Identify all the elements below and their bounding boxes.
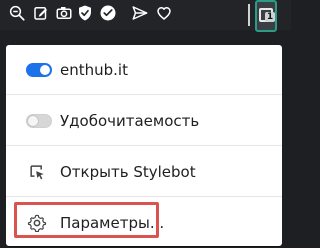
readability-toggle[interactable] — [26, 114, 52, 128]
extension-count-badge: 1 — [265, 12, 275, 22]
toolbar-divider — [248, 4, 250, 26]
zoom-out-icon[interactable] — [7, 3, 27, 23]
cursor-frame-icon — [27, 162, 47, 182]
readability-toggle-row[interactable]: Удобочитаемость — [6, 96, 282, 146]
heart-icon[interactable] — [154, 3, 174, 23]
toggle-knob — [40, 65, 50, 75]
edit-icon[interactable] — [31, 3, 51, 23]
extension-icon[interactable]: 1 — [255, 0, 277, 32]
open-stylebot-item[interactable]: Открыть Stylebot — [6, 147, 282, 197]
send-icon[interactable] — [130, 3, 150, 23]
gear-icon — [27, 213, 47, 233]
browser-toolbar: 1 — [0, 0, 291, 32]
site-toggle-row[interactable]: enthub.it — [6, 45, 282, 95]
open-stylebot-label: Открыть Stylebot — [60, 163, 196, 181]
settings-item[interactable]: Параметры... — [6, 198, 282, 248]
stylebot-popup: enthub.it Удобочитаемость Открыть Styleb… — [6, 45, 282, 246]
settings-label: Параметры... — [60, 214, 165, 232]
toggle-knob — [28, 116, 38, 126]
site-toggle[interactable] — [26, 63, 52, 77]
shield-check-icon[interactable] — [75, 3, 95, 23]
badge-icon[interactable] — [98, 3, 118, 23]
camera-icon[interactable] — [54, 3, 74, 23]
readability-toggle-label: Удобочитаемость — [60, 112, 200, 130]
site-toggle-label: enthub.it — [60, 61, 128, 79]
